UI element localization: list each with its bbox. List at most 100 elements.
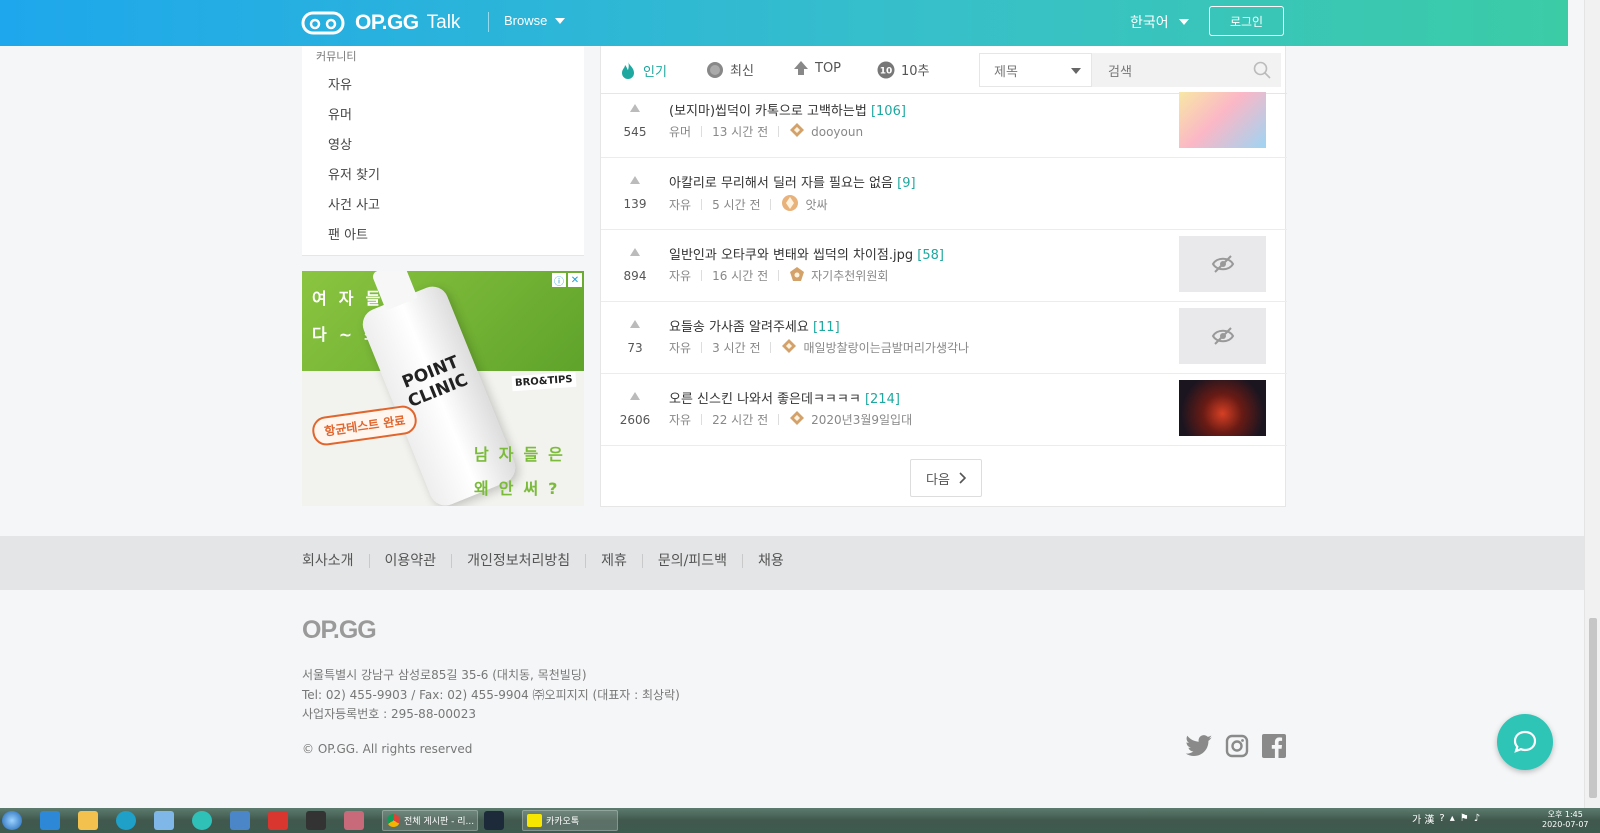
company-address: 서울특별시 강남구 삼성로85길 35-6 (대치동, 목천빌딩) [302, 668, 587, 682]
app-icon[interactable] [192, 811, 212, 830]
chevron-down-icon [1071, 68, 1081, 74]
ad-info-icon[interactable]: ⓘ [552, 273, 566, 288]
post-author[interactable]: 매일방찰랑이는금발머리가생각나 [803, 339, 969, 356]
post-author[interactable]: 자기추천위원회 [811, 267, 888, 284]
post-author[interactable]: 앗싸 [805, 196, 827, 213]
close-icon[interactable]: ✕ [568, 273, 582, 287]
taskbar-task-chrome[interactable]: 전체 게시판 - 리... [382, 810, 478, 831]
post-board: 인기 최신 TOP 10 10추 제목 검색 545 (보지마)씹덕이 카톡으로… [600, 46, 1287, 507]
post-row[interactable]: 2606 오른 신스킨 나와서 좋은데ㅋㅋㅋㅋ [214] 자유 22 시간 전… [601, 374, 1287, 446]
flame-icon [619, 60, 637, 80]
windows-taskbar: 전체 게시판 - 리... 카카오톡 가 漢 ? ▴ ⚑ ♪ 오후 1:45 2… [0, 808, 1600, 833]
footer-links: 회사소개 이용약관 개인정보처리방침 제휴 문의/피드백 채용 [302, 554, 799, 568]
post-row[interactable]: 545 (보지마)씹덕이 카톡으로 고백하는법 [106] 유머 13 시간 전… [601, 86, 1287, 158]
upvote-icon[interactable] [630, 176, 640, 184]
tab-ten-recommend[interactable]: 10 10추 [877, 60, 930, 79]
ie-icon[interactable] [40, 811, 60, 830]
login-button[interactable]: 로그인 [1209, 6, 1284, 36]
sidebar-item-video[interactable]: 영상 [328, 136, 380, 166]
app-icon[interactable] [306, 811, 326, 830]
taskbar-task-kakaotalk[interactable]: 카카오톡 [522, 810, 618, 831]
search-icon[interactable] [1253, 61, 1271, 83]
sidebar-item-humor[interactable]: 유머 [328, 106, 380, 136]
sidebar-item-find-user[interactable]: 유저 찾기 [328, 166, 380, 196]
pdf-icon[interactable] [268, 811, 288, 830]
app-icon[interactable] [344, 811, 364, 830]
sidebar-ad-banner[interactable]: 여자들은 다~쓰는데 POINT CLINIC 항균테스트 완료 BRO&TIP… [302, 271, 584, 506]
folder-icon[interactable] [78, 811, 98, 830]
browse-menu[interactable]: Browse [504, 13, 566, 28]
instagram-icon[interactable] [1225, 734, 1249, 758]
ime-indicator[interactable]: 가 漢 [1412, 811, 1434, 826]
volume-icon[interactable]: ♪ [1474, 813, 1480, 824]
app-icon[interactable] [230, 811, 250, 830]
footer-link-partnership[interactable]: 제휴 [585, 554, 642, 568]
tab-top[interactable]: TOP [793, 60, 841, 76]
twitter-icon[interactable] [1185, 734, 1213, 758]
footer-link-terms[interactable]: 이용약관 [368, 554, 452, 568]
upvote-icon[interactable] [630, 392, 640, 400]
sidebar-item-incident[interactable]: 사건 사고 [328, 196, 380, 226]
tab-latest[interactable]: 최신 [706, 60, 754, 79]
meta-divider [701, 126, 703, 137]
post-thumbnail-hidden[interactable] [1179, 236, 1266, 292]
footer-link-privacy[interactable]: 개인정보처리방침 [451, 554, 585, 568]
sidebar-item-free[interactable]: 자유 [328, 76, 380, 106]
search-field-select[interactable]: 제목 [979, 53, 1092, 87]
post-author[interactable]: dooyoun [811, 125, 863, 139]
post-category: 자유 [669, 269, 692, 283]
footer-link-careers[interactable]: 채용 [742, 554, 799, 568]
upvote-icon[interactable] [630, 320, 640, 328]
post-row[interactable]: 894 일반인과 오타쿠와 변태와 씹덕의 차이점.jpg [58] 자유 16… [601, 230, 1287, 302]
post-thumbnail[interactable] [1179, 380, 1266, 436]
chat-support-button[interactable] [1497, 714, 1553, 770]
top-header: OP.GG Talk Browse 한국어 로그인 [0, 0, 1568, 46]
meta-divider [778, 414, 780, 425]
post-thumbnail-hidden[interactable] [1179, 308, 1266, 364]
meta-divider [701, 270, 703, 281]
taskbar-clock[interactable]: 오후 1:45 2020-07-07 [1542, 810, 1589, 830]
upvote-icon[interactable] [630, 104, 640, 112]
post-thumbnail[interactable] [1179, 92, 1266, 148]
tier-badge-icon [781, 338, 797, 357]
footer-nav: 회사소개 이용약관 개인정보처리방침 제휴 문의/피드백 채용 [0, 536, 1584, 590]
vote-count: 73 [627, 341, 643, 355]
post-title[interactable]: 아칼리로 무리해서 딜러 자를 필요는 없음 [9] [669, 172, 916, 191]
sidebar-item-fan-art[interactable]: 팬 아트 [328, 226, 380, 256]
post-row[interactable]: 139 아칼리로 무리해서 딜러 자를 필요는 없음 [9] 자유 5 시간 전… [601, 158, 1287, 230]
post-author[interactable]: 2020년3월9일입대 [811, 411, 912, 428]
system-tray: 가 漢 ? ▴ ⚑ ♪ [1412, 811, 1480, 826]
facebook-icon[interactable] [1262, 734, 1286, 758]
start-button-icon[interactable] [2, 811, 22, 830]
search-input[interactable]: 검색 [1092, 53, 1281, 87]
network-icon[interactable]: ▴ [1450, 813, 1455, 824]
opgg-logo[interactable]: OP.GG Talk [301, 9, 460, 37]
header-divider [488, 12, 489, 32]
app-icon[interactable] [154, 811, 174, 830]
upvote-icon[interactable] [630, 248, 640, 256]
post-title[interactable]: 일반인과 오타쿠와 변태와 씹덕의 차이점.jpg [58] [669, 244, 944, 263]
post-row[interactable]: 73 요들송 가사좀 알려주세요 [11] 자유 3 시간 전 매일방찰랑이는금… [601, 302, 1287, 374]
vote-count: 2606 [619, 413, 651, 427]
copyright: © OP.GG. All rights reserved [302, 742, 473, 756]
footer-link-feedback[interactable]: 문의/피드백 [641, 554, 742, 568]
edge-icon[interactable] [116, 811, 136, 830]
footer-link-about[interactable]: 회사소개 [302, 554, 369, 568]
page-scrollbar[interactable] [1584, 0, 1600, 808]
post-title-text: 일반인과 오타쿠와 변태와 씹덕의 차이점.jpg [669, 248, 914, 263]
tier-badge-icon [789, 266, 805, 285]
next-page-button[interactable]: 다음 [910, 459, 982, 497]
league-icon[interactable] [484, 811, 504, 830]
post-title[interactable]: 오른 신스킨 나와서 좋은데ㅋㅋㅋㅋ [214] [669, 388, 900, 407]
flag-icon[interactable]: ⚑ [1460, 813, 1469, 824]
language-selector[interactable]: 한국어 [1130, 12, 1189, 32]
scrollbar-thumb[interactable] [1589, 618, 1597, 798]
sidebar-category-label: 커뮤니티 [316, 50, 357, 63]
post-time: 13 시간 전 [712, 125, 769, 139]
tab-popular[interactable]: 인기 [619, 60, 667, 80]
vote-box: 139 [619, 176, 651, 211]
post-title[interactable]: (보지마)씹덕이 카톡으로 고백하는법 [106] [669, 100, 906, 119]
help-icon[interactable]: ? [1439, 813, 1444, 824]
post-meta: 자유 22 시간 전 2020년3월9일입대 [669, 410, 912, 429]
post-title[interactable]: 요들송 가사좀 알려주세요 [11] [669, 316, 840, 335]
